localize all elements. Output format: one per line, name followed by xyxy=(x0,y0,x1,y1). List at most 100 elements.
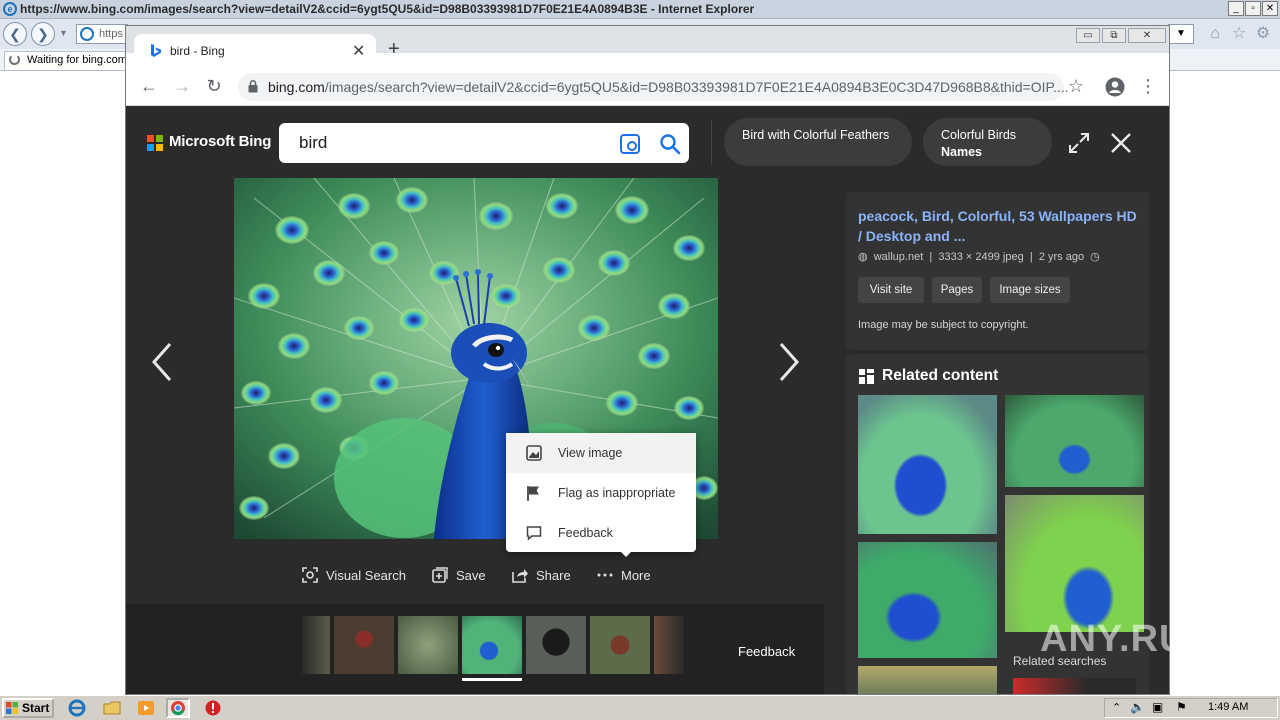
ie-back-button[interactable]: ❮ xyxy=(3,22,27,46)
menu-item-feedback[interactable]: Feedback xyxy=(506,513,696,553)
gear-icon[interactable]: ⚙ xyxy=(1254,25,1272,43)
url-path: /images/search?view=detailV2&ccid=6ygt5Q… xyxy=(324,79,1069,95)
tab-close-icon[interactable]: ✕ xyxy=(352,41,365,61)
filmstrip-thumb-selected[interactable] xyxy=(462,616,522,674)
ie-taskbar-icon[interactable] xyxy=(66,698,90,718)
flag-icon xyxy=(527,486,539,501)
bing-image-viewer: Microsoft Bing bird Bird with Colorful F… xyxy=(126,106,1169,694)
network-icon[interactable]: ▣ xyxy=(1152,700,1163,714)
tab-title: bird - Bing xyxy=(170,44,225,58)
home-icon[interactable]: ⌂ xyxy=(1206,25,1224,43)
image-sizes-button[interactable]: Image sizes xyxy=(990,277,1070,303)
menu-item-label: Flag as inappropriate xyxy=(558,486,676,500)
ie-close-button[interactable]: ✕ xyxy=(1262,1,1278,16)
microsoft-logo-icon xyxy=(147,135,163,151)
previous-arrow-icon[interactable] xyxy=(150,342,174,382)
filmstrip-thumb[interactable] xyxy=(654,616,684,674)
pill-text: Colorful Birds xyxy=(941,128,1017,142)
chrome-taskbar-icon[interactable] xyxy=(166,698,190,718)
forward-arrow-icon[interactable]: → xyxy=(172,76,192,96)
copyright-notice: Image may be subject to copyright. xyxy=(858,319,1029,331)
view-image-icon xyxy=(526,445,542,461)
visual-search-camera-icon[interactable] xyxy=(620,134,640,154)
favorites-star-icon[interactable]: ☆ xyxy=(1230,25,1248,43)
new-tab-button[interactable]: + xyxy=(388,38,400,61)
visit-site-button[interactable]: Visit site xyxy=(858,277,924,303)
pages-button[interactable]: Pages xyxy=(932,277,982,303)
back-arrow-icon[interactable]: ← xyxy=(139,76,159,96)
media-player-icon[interactable] xyxy=(135,698,159,718)
source-domain[interactable]: wallup.net xyxy=(874,251,924,263)
filmstrip-thumb[interactable] xyxy=(398,616,458,674)
selected-thumb-indicator xyxy=(462,678,522,681)
alert-stop-icon[interactable] xyxy=(202,698,226,718)
chrome-menu-icon[interactable]: ⋮ xyxy=(1138,76,1158,96)
search-icon[interactable] xyxy=(659,133,681,155)
action-center-flag-icon[interactable]: ⚑ xyxy=(1176,700,1187,714)
ie-logo-icon: e xyxy=(3,2,17,16)
ie-history-dropdown-icon[interactable]: ▼ xyxy=(59,28,68,38)
image-dimensions: 3333 × 2499 jpeg xyxy=(938,251,1024,263)
ie-tab-row-right xyxy=(1170,49,1280,71)
save-icon xyxy=(432,567,448,583)
more-context-menu: View image Flag as inappropriate Feedbac… xyxy=(506,433,696,552)
image-title-link[interactable]: peacock, Bird, Colorful, 53 Wallpapers H… xyxy=(858,206,1138,246)
related-image[interactable] xyxy=(858,395,997,534)
explorer-folder-icon[interactable] xyxy=(101,698,125,718)
next-arrow-icon[interactable] xyxy=(777,342,801,382)
ie-tab[interactable]: Waiting for bing.com xyxy=(4,51,126,70)
related-image[interactable] xyxy=(1005,395,1144,487)
filmstrip-thumb[interactable] xyxy=(302,616,330,674)
ie-minimize-button[interactable]: _ xyxy=(1228,1,1244,16)
filmstrip-thumb[interactable] xyxy=(526,616,586,674)
menu-item-view-image[interactable]: View image xyxy=(506,433,696,473)
bookmark-star-icon[interactable]: ☆ xyxy=(1066,76,1086,96)
save-button[interactable]: Save xyxy=(432,567,492,587)
close-icon[interactable] xyxy=(1110,132,1132,154)
windows-flag-icon xyxy=(6,702,18,714)
filmstrip-thumb[interactable] xyxy=(334,616,394,674)
bing-brand[interactable]: Microsoft Bing xyxy=(169,133,271,150)
globe-icon: ◍ xyxy=(858,251,868,263)
ie-forward-button[interactable]: ❯ xyxy=(31,22,55,46)
lock-icon[interactable] xyxy=(248,80,258,93)
filmstrip xyxy=(126,604,824,694)
loading-spinner-icon xyxy=(9,54,20,65)
more-button[interactable]: More xyxy=(597,567,657,587)
related-image[interactable] xyxy=(1005,495,1144,632)
ie-address-dropdown[interactable]: ▼ xyxy=(1168,24,1194,44)
share-button[interactable]: Share xyxy=(512,567,576,587)
share-icon xyxy=(512,569,528,583)
related-image[interactable] xyxy=(858,666,997,694)
menu-item-flag-inappropriate[interactable]: Flag as inappropriate xyxy=(506,473,696,513)
chrome-minimize-button[interactable]: ▭ xyxy=(1076,28,1100,43)
profile-avatar-icon[interactable] xyxy=(1105,77,1125,97)
url-text[interactable]: bing.com/images/search?view=detailV2&cci… xyxy=(268,79,1069,95)
feedback-icon xyxy=(526,526,542,541)
action-label: Save xyxy=(456,568,486,583)
feedback-link[interactable]: Feedback xyxy=(738,644,795,659)
action-label: Visual Search xyxy=(326,568,406,583)
ie-maximize-button[interactable]: ▫ xyxy=(1245,1,1261,16)
image-age: 2 yrs ago xyxy=(1038,251,1085,263)
taskbar xyxy=(0,695,1280,720)
volume-icon[interactable]: 🔈 xyxy=(1130,700,1145,714)
related-image[interactable] xyxy=(858,542,997,658)
related-search-image[interactable] xyxy=(1013,678,1136,694)
taskbar-clock[interactable]: 1:49 AM xyxy=(1208,701,1248,713)
chrome-close-button[interactable]: ✕ xyxy=(1128,28,1166,43)
visual-search-button[interactable]: Visual Search xyxy=(302,567,412,587)
ie-page-icon xyxy=(80,27,94,41)
related-pill-colorful-birds-names[interactable]: Colorful Birds Names xyxy=(923,118,1052,166)
reload-icon[interactable]: ↻ xyxy=(204,76,224,96)
menu-caret xyxy=(619,550,633,557)
menu-item-label: Feedback xyxy=(558,526,613,540)
chrome-restore-button[interactable]: ⧉ xyxy=(1102,28,1126,43)
filmstrip-thumb[interactable] xyxy=(590,616,650,674)
pill-text: Bird with Colorful Feathers xyxy=(742,128,890,142)
grid-icon xyxy=(859,369,874,384)
tray-expand-icon[interactable]: ⌃ xyxy=(1112,701,1121,714)
related-pill-bird-colorful-feathers[interactable]: Bird with Colorful Feathers xyxy=(724,118,912,166)
expand-icon[interactable] xyxy=(1068,132,1090,154)
search-query-text[interactable]: bird xyxy=(299,133,327,153)
